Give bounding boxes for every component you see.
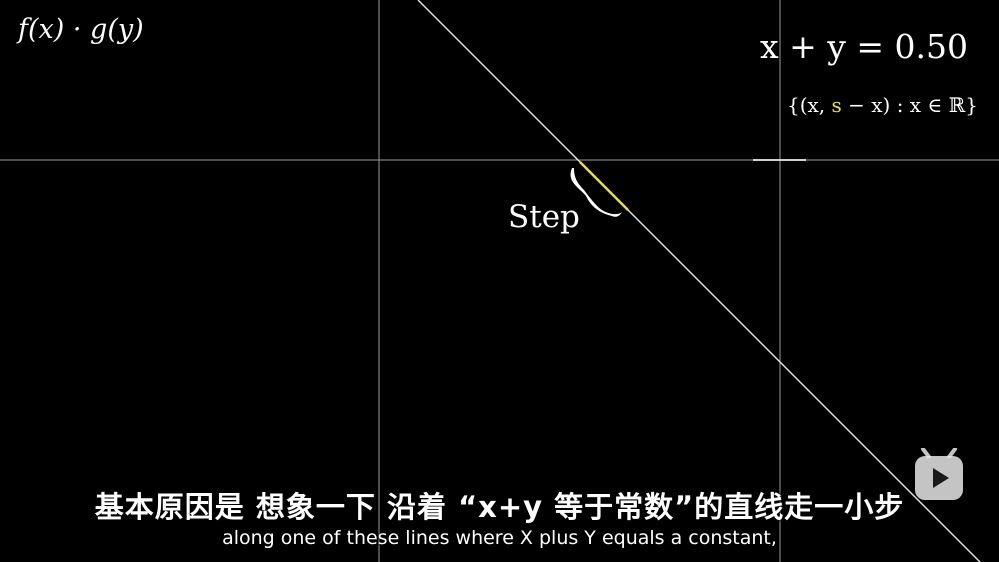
- sum-equation: x + y = 0.50: [760, 27, 968, 66]
- subtitle-english: along one of these lines where X plus Y …: [222, 527, 777, 549]
- subtitle-chinese: 基本原因是 想象一下 沿着 “x+y 等于常数”的直线走一小步: [94, 490, 905, 524]
- set-close: − x) : x ∈ ℝ}: [841, 93, 978, 117]
- product-formula: f(x) · g(y): [18, 14, 144, 45]
- step-label: Step: [508, 199, 580, 235]
- set-variable-s: s: [831, 93, 842, 117]
- badge-ears-icon: [921, 448, 957, 458]
- set-notation: {(x, s − x) : x ∈ ℝ}: [787, 93, 978, 117]
- constant-sum-line: [417, 0, 981, 562]
- video-frame: f(x) · g(y) x + y = 0.50 {(x, s − x) : x…: [0, 0, 999, 562]
- step-segment: [579, 161, 629, 211]
- plot-canvas: [0, 0, 999, 562]
- set-open: {(x,: [787, 93, 832, 117]
